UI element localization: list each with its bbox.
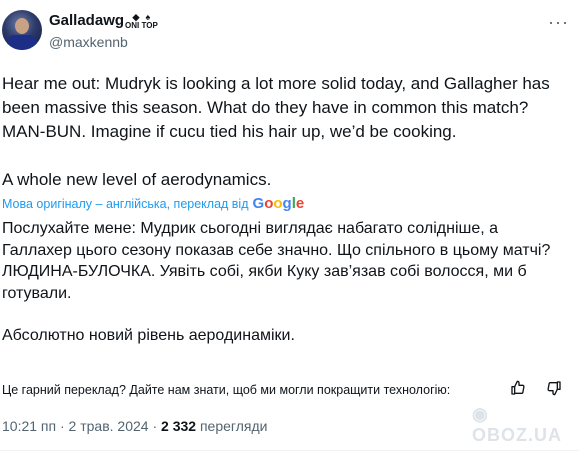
tweet-card: Galladawg ◆ ♠ ONI TOP @maxkennb ··· Hear … bbox=[0, 0, 579, 459]
tweet-translated-text: Послухайте мене: Мудрик сьогодні вигляда… bbox=[2, 218, 572, 347]
display-name[interactable]: Galladawg bbox=[49, 12, 124, 30]
views-count: 2 332 bbox=[161, 418, 197, 434]
thumbs-down-icon[interactable] bbox=[546, 380, 562, 401]
original-paragraph: Hear me out: Mudryk is looking a lot mor… bbox=[2, 74, 550, 141]
avatar[interactable] bbox=[2, 10, 42, 50]
translated-paragraph: Послухайте мене: Мудрик сьогодні вигляда… bbox=[2, 220, 551, 302]
more-dots-icon[interactable]: ··· bbox=[548, 13, 569, 31]
badge-text: ONI TOP bbox=[125, 21, 158, 30]
translation-feedback-prompt: Це гарний переклад? Дайте нам знати, щоб… bbox=[2, 383, 451, 397]
translated-paragraph: Абсолютно новий рівень аеродинаміки. bbox=[2, 327, 295, 344]
avatar-head bbox=[15, 18, 29, 34]
feedback-buttons bbox=[510, 380, 562, 401]
translation-note-text: Мова оригіналу – англійська, переклад ві… bbox=[2, 196, 249, 211]
original-paragraph: A whole new level of aerodynamics. bbox=[2, 170, 272, 189]
tweet-original-text: Hear me out: Mudryk is looking a lot mor… bbox=[2, 72, 572, 192]
tweet-time[interactable]: 10:21 пп bbox=[2, 418, 56, 434]
user-name-row: Galladawg ◆ ♠ ONI TOP bbox=[49, 12, 158, 30]
views-label: перегляди bbox=[199, 418, 268, 434]
divider bbox=[0, 450, 579, 451]
translation-note[interactable]: Мова оригіналу – англійська, переклад ві… bbox=[2, 195, 304, 212]
google-logo: Google bbox=[252, 195, 305, 212]
watermark-logo: ◉ OBOZ.UA bbox=[472, 404, 562, 445]
thumbs-up-icon[interactable] bbox=[510, 380, 526, 401]
avatar-shirt bbox=[7, 35, 37, 50]
tweet-date[interactable]: 2 трав. 2024 bbox=[69, 418, 149, 434]
tweet-meta: 10:21 пп · 2 трав. 2024 · 2 332 перегляд… bbox=[2, 418, 268, 434]
user-handle[interactable]: @maxkennb bbox=[49, 34, 128, 50]
badge-icon: ◆ ♠ ONI TOP bbox=[125, 12, 158, 30]
